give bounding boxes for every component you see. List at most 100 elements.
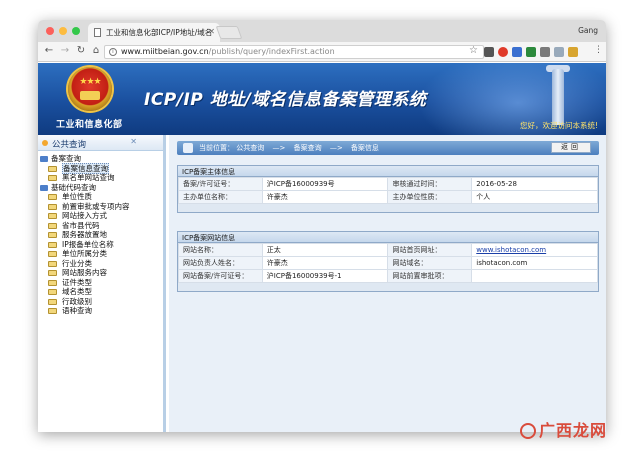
site-info-panel: ICP备案网站信息 网站名称： 正太 网站首页网址： www.ishotacon…: [177, 231, 599, 292]
folder-icon: [48, 298, 57, 305]
extension-icon[interactable]: [540, 47, 550, 57]
extension-icon[interactable]: [554, 47, 564, 57]
tree-item-label: 服务器放置地: [62, 230, 107, 239]
panel-title: ICP备案主体信息: [178, 166, 598, 177]
breadcrumb-item[interactable]: 备案查询: [294, 144, 322, 152]
folder-icon: [48, 270, 57, 276]
tree-item[interactable]: 语种查询: [38, 306, 163, 316]
tree-item[interactable]: 行业分类: [38, 259, 163, 269]
browser-tab[interactable]: 工业和信息化部ICP/IP地址/域名 ✕: [88, 23, 220, 42]
extension-icon[interactable]: [512, 47, 522, 57]
tab-strip: 工业和信息化部ICP/IP地址/域名 ✕ Gang: [38, 20, 606, 42]
watermark-text: 广西龙网: [539, 421, 608, 440]
address-bar[interactable]: i www.miitbeian.gov.cn/publish/query/ind…: [104, 45, 484, 59]
maximize-window-button[interactable]: [72, 27, 80, 35]
tree-item-label: 证件类型: [62, 277, 92, 287]
folder-group-icon: [40, 184, 48, 191]
breadcrumb-item[interactable]: 公共查询: [236, 144, 264, 152]
folder-icon: [48, 175, 57, 181]
tree-item[interactable]: 服务器放置地: [38, 230, 163, 240]
field-label: 网站负责人姓名：: [178, 256, 263, 270]
collapse-icon[interactable]: ✕: [130, 137, 137, 146]
table-row: 网站备案/许可证号： 沪ICP备16000939号-1 网站前置审批项：: [178, 269, 598, 283]
main-content: 当前位置： 公共查询 —> 备案查询 —> 备案信息 返回 ICP备案主体信息 …: [169, 135, 606, 432]
field-value: 沪ICP备16000939号-1: [261, 269, 389, 283]
url-path: /publish/query/indexFirst.action: [208, 47, 335, 56]
tree-item[interactable]: 网站接入方式: [38, 211, 163, 221]
url-host: www.miitbeian.gov.cn: [121, 47, 209, 56]
field-label: 网站备案/许可证号：: [178, 269, 263, 283]
breadcrumb-separator: —>: [329, 144, 343, 152]
sidebar-heading[interactable]: 公共查询 ✕: [38, 135, 163, 151]
table-row: 网站负责人姓名： 许豪杰 网站域名： ishotacon.com: [178, 256, 598, 270]
tree-item-label: 网站接入方式: [62, 211, 107, 220]
reload-icon[interactable]: ↻: [74, 45, 88, 56]
tree-item-label: IP报备单位名称: [62, 239, 114, 249]
field-value: 个人: [471, 190, 598, 204]
extension-icon[interactable]: [568, 47, 578, 57]
field-label: 审核通过时间：: [387, 177, 473, 191]
tree-item-label: 备案信息查询: [62, 162, 109, 174]
close-icon[interactable]: ✕: [208, 27, 215, 36]
back-button[interactable]: 返回: [551, 142, 591, 153]
home-icon[interactable]: ⌂: [89, 45, 103, 56]
watermark-logo-icon: [520, 423, 536, 439]
tree-item[interactable]: 域名类型: [38, 287, 163, 297]
tree-item[interactable]: IP报备单位名称: [38, 240, 163, 250]
field-value: 沪ICP备16000939号: [261, 177, 389, 191]
folder-icon: [48, 165, 57, 172]
tree-item[interactable]: 网站服务内容: [38, 268, 163, 278]
folder-icon: [48, 289, 57, 295]
tree-item-label: 单位性质: [62, 192, 92, 201]
field-value: www.ishotacon.com: [471, 243, 598, 257]
field-value: 许豪杰: [261, 190, 389, 204]
field-value: [471, 269, 598, 283]
tree-item-record-info-query[interactable]: 备案信息查询: [38, 162, 163, 174]
sidebar-heading-label: 公共查询: [52, 140, 87, 150]
folder-icon: [48, 203, 57, 210]
field-label: 网站域名：: [387, 256, 473, 270]
sidebar-tree: 备案查询 备案信息查询 黑名单网站查询 基础代码查询 单位性质 前置审批或专项内…: [38, 154, 163, 316]
extension-icon[interactable]: [526, 47, 536, 57]
profile-name[interactable]: Gang: [578, 26, 598, 35]
folder-icon: [48, 213, 57, 219]
star-icon[interactable]: ☆: [469, 45, 478, 56]
tree-item-blacklist-query[interactable]: 黑名单网站查询: [38, 173, 163, 183]
info-icon[interactable]: i: [109, 48, 117, 56]
tree-item[interactable]: 单位性质: [38, 192, 163, 202]
field-value: ishotacon.com: [471, 256, 598, 270]
homepage-link[interactable]: www.ishotacon.com: [476, 246, 546, 254]
field-label: 网站首页网址：: [387, 243, 473, 257]
adblock-icon[interactable]: [498, 47, 508, 57]
tree-item[interactable]: 单位所属分类: [38, 249, 163, 259]
folder-icon: [48, 308, 57, 314]
breadcrumb: 当前位置： 公共查询 —> 备案查询 —> 备案信息 返回: [177, 141, 599, 155]
tree-group-basic-code-query[interactable]: 基础代码查询: [38, 183, 163, 193]
back-arrow-icon[interactable]: ←: [42, 45, 56, 56]
welcome-text: 您好，欢迎访问本系统!: [519, 121, 598, 130]
minimize-window-button[interactable]: [59, 27, 67, 35]
field-label: 主办单位性质：: [387, 190, 473, 204]
field-label: 网站前置审批项：: [387, 269, 473, 283]
tree-item[interactable]: 行政级别: [38, 297, 163, 307]
subject-info-table: 备案/许可证号： 沪ICP备16000939号 审核通过时间： 2016-05-…: [178, 177, 598, 204]
tree-item[interactable]: 证件类型: [38, 278, 163, 288]
table-row: 网站名称： 正太 网站首页网址： www.ishotacon.com: [178, 243, 598, 257]
tree-item[interactable]: 前置审批或专项内容: [38, 202, 163, 212]
field-value: 正太: [261, 243, 389, 257]
menu-dots-icon[interactable]: ⋮: [594, 45, 603, 55]
panel-footer: [178, 204, 598, 212]
folder-icon: [48, 194, 57, 200]
tree-item-label: 黑名单网站查询: [62, 173, 115, 182]
extension-icon[interactable]: [484, 47, 494, 57]
tree-group-label: 基础代码查询: [51, 182, 96, 192]
field-value: 许豪杰: [261, 256, 389, 270]
close-window-button[interactable]: [46, 27, 54, 35]
folder-icon: [48, 251, 57, 257]
page-icon: [94, 28, 101, 37]
forward-arrow-icon[interactable]: →: [58, 45, 72, 56]
browser-toolbar: ← → ↻ ⌂ i www.miitbeian.gov.cn/publish/q…: [38, 42, 606, 62]
new-tab-button[interactable]: [215, 26, 243, 39]
tree-item[interactable]: 省市县代码: [38, 221, 163, 231]
field-label: 主办单位名称：: [178, 190, 263, 204]
